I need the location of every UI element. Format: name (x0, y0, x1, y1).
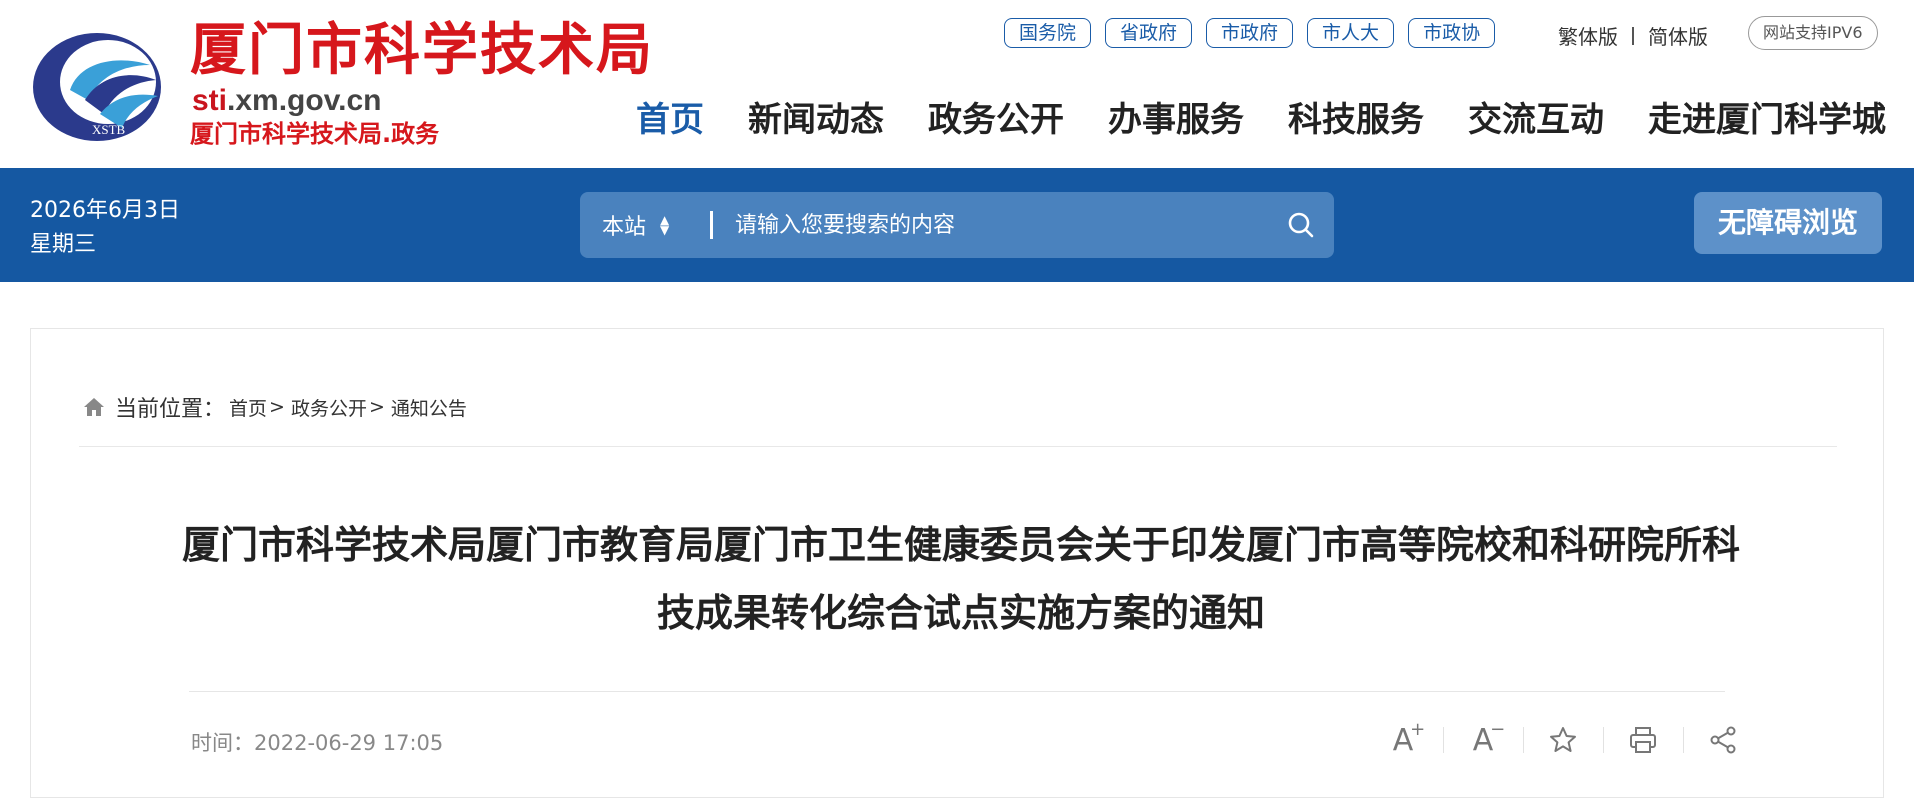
star-icon (1550, 727, 1576, 752)
font-decrease-icon: A − (1472, 718, 1506, 758)
gov-link-guowuyuan[interactable]: 国务院 (1004, 18, 1092, 48)
nav-interaction[interactable]: 交流互动 (1468, 96, 1604, 144)
lang-divider (1632, 26, 1634, 45)
search-scope-label: 本站 (602, 215, 647, 240)
svg-text:XSTB: XSTB (92, 122, 126, 137)
search-input[interactable] (735, 212, 1268, 238)
publish-time: 2022-06-29 17:05 (254, 731, 444, 755)
home-icon (84, 398, 104, 416)
breadcrumb-label: 当前位置： (115, 397, 226, 422)
nav-tech-services[interactable]: 科技服务 (1288, 96, 1424, 144)
article-meta: 时间：2022-06-29 17:05 (191, 727, 443, 757)
share-icon (1710, 726, 1736, 754)
print-button[interactable] (1603, 719, 1683, 761)
site-domain: sti.xm.gov.cn (192, 84, 382, 117)
simplified-chinese-link[interactable]: 简体版 (1648, 21, 1708, 50)
breadcrumb-notices[interactable]: 通知公告 (391, 394, 467, 421)
search-box: 本站 ▲ ▼ (580, 192, 1334, 258)
gov-links: 国务院 省政府 市政府 市人大 市政协 (1004, 18, 1496, 48)
breadcrumb-divider (79, 446, 1837, 447)
search-button[interactable] (1268, 192, 1334, 258)
article-card: 当前位置： 首页 > 政务公开 > 通知公告 厦门市科学技术局厦门市教育局厦门市… (30, 328, 1884, 798)
title-divider (189, 691, 1725, 692)
site-subtitle: 厦门市科学技术局.政务 (190, 120, 440, 148)
font-decrease-button[interactable]: A − (1443, 719, 1523, 761)
nav-services[interactable]: 办事服务 (1108, 96, 1244, 144)
article-tools: A + A − (1363, 719, 1763, 761)
nav-home[interactable]: 首页 (636, 96, 704, 144)
breadcrumb-sep: > (368, 396, 385, 418)
date-text: 2026年6月3日 (30, 198, 180, 223)
share-button[interactable] (1683, 719, 1763, 761)
updown-arrow-icon: ▲ ▼ (660, 213, 670, 237)
search-icon (1288, 212, 1314, 238)
accessibility-button[interactable]: 无障碍浏览 (1694, 192, 1882, 254)
favorite-button[interactable] (1523, 719, 1603, 761)
current-date: 2026年6月3日 星期三 (30, 194, 180, 262)
time-label: 时间： (191, 731, 254, 755)
nav-news[interactable]: 新闻动态 (748, 96, 884, 144)
font-increase-button[interactable]: A + (1363, 719, 1443, 761)
ipv6-badge: 网站支持IPV6 (1748, 16, 1878, 50)
language-switch: 繁体版 简体版 (1558, 21, 1708, 50)
font-increase-icon: A + (1392, 718, 1426, 758)
site-header: XSTB 厦门市科学技术局 sti.xm.gov.cn 厦门市科学技术局.政务 … (0, 0, 1914, 168)
breadcrumb: 当前位置： 首页 > 政务公开 > 通知公告 (83, 391, 467, 423)
breadcrumb-home[interactable]: 首页 (229, 394, 267, 421)
print-icon (1630, 727, 1656, 753)
gov-link-shizhengfu[interactable]: 市政府 (1206, 18, 1294, 48)
breadcrumb-sep: > (269, 396, 285, 418)
nav-science-city[interactable]: 走进厦门科学城 (1648, 96, 1886, 144)
search-scope-select[interactable]: 本站 ▲ ▼ (580, 209, 710, 241)
nav-gov-affairs[interactable]: 政务公开 (928, 96, 1064, 144)
weekday-text: 星期三 (30, 232, 97, 257)
utility-bar: 2026年6月3日 星期三 本站 ▲▼ 无障碍浏览 (0, 168, 1914, 282)
search-divider (710, 211, 713, 239)
gov-link-shirenda[interactable]: 市人大 (1307, 18, 1395, 48)
main-nav: 首页 新闻动态 政务公开 办事服务 科技服务 交流互动 走进厦门科学城 (636, 96, 1886, 144)
gov-link-shizhengxie[interactable]: 市政协 (1408, 18, 1496, 48)
breadcrumb-gov-affairs[interactable]: 政务公开 (291, 394, 367, 421)
site-name[interactable]: 厦门市科学技术局 (190, 19, 654, 82)
gov-link-shengzhengfu[interactable]: 省政府 (1105, 18, 1193, 48)
traditional-chinese-link[interactable]: 繁体版 (1558, 21, 1618, 50)
article-title: 厦门市科学技术局厦门市教育局厦门市卫生健康委员会关于印发厦门市高等院校和科研院所… (181, 523, 1740, 635)
xstb-logo[interactable]: XSTB (30, 30, 164, 144)
